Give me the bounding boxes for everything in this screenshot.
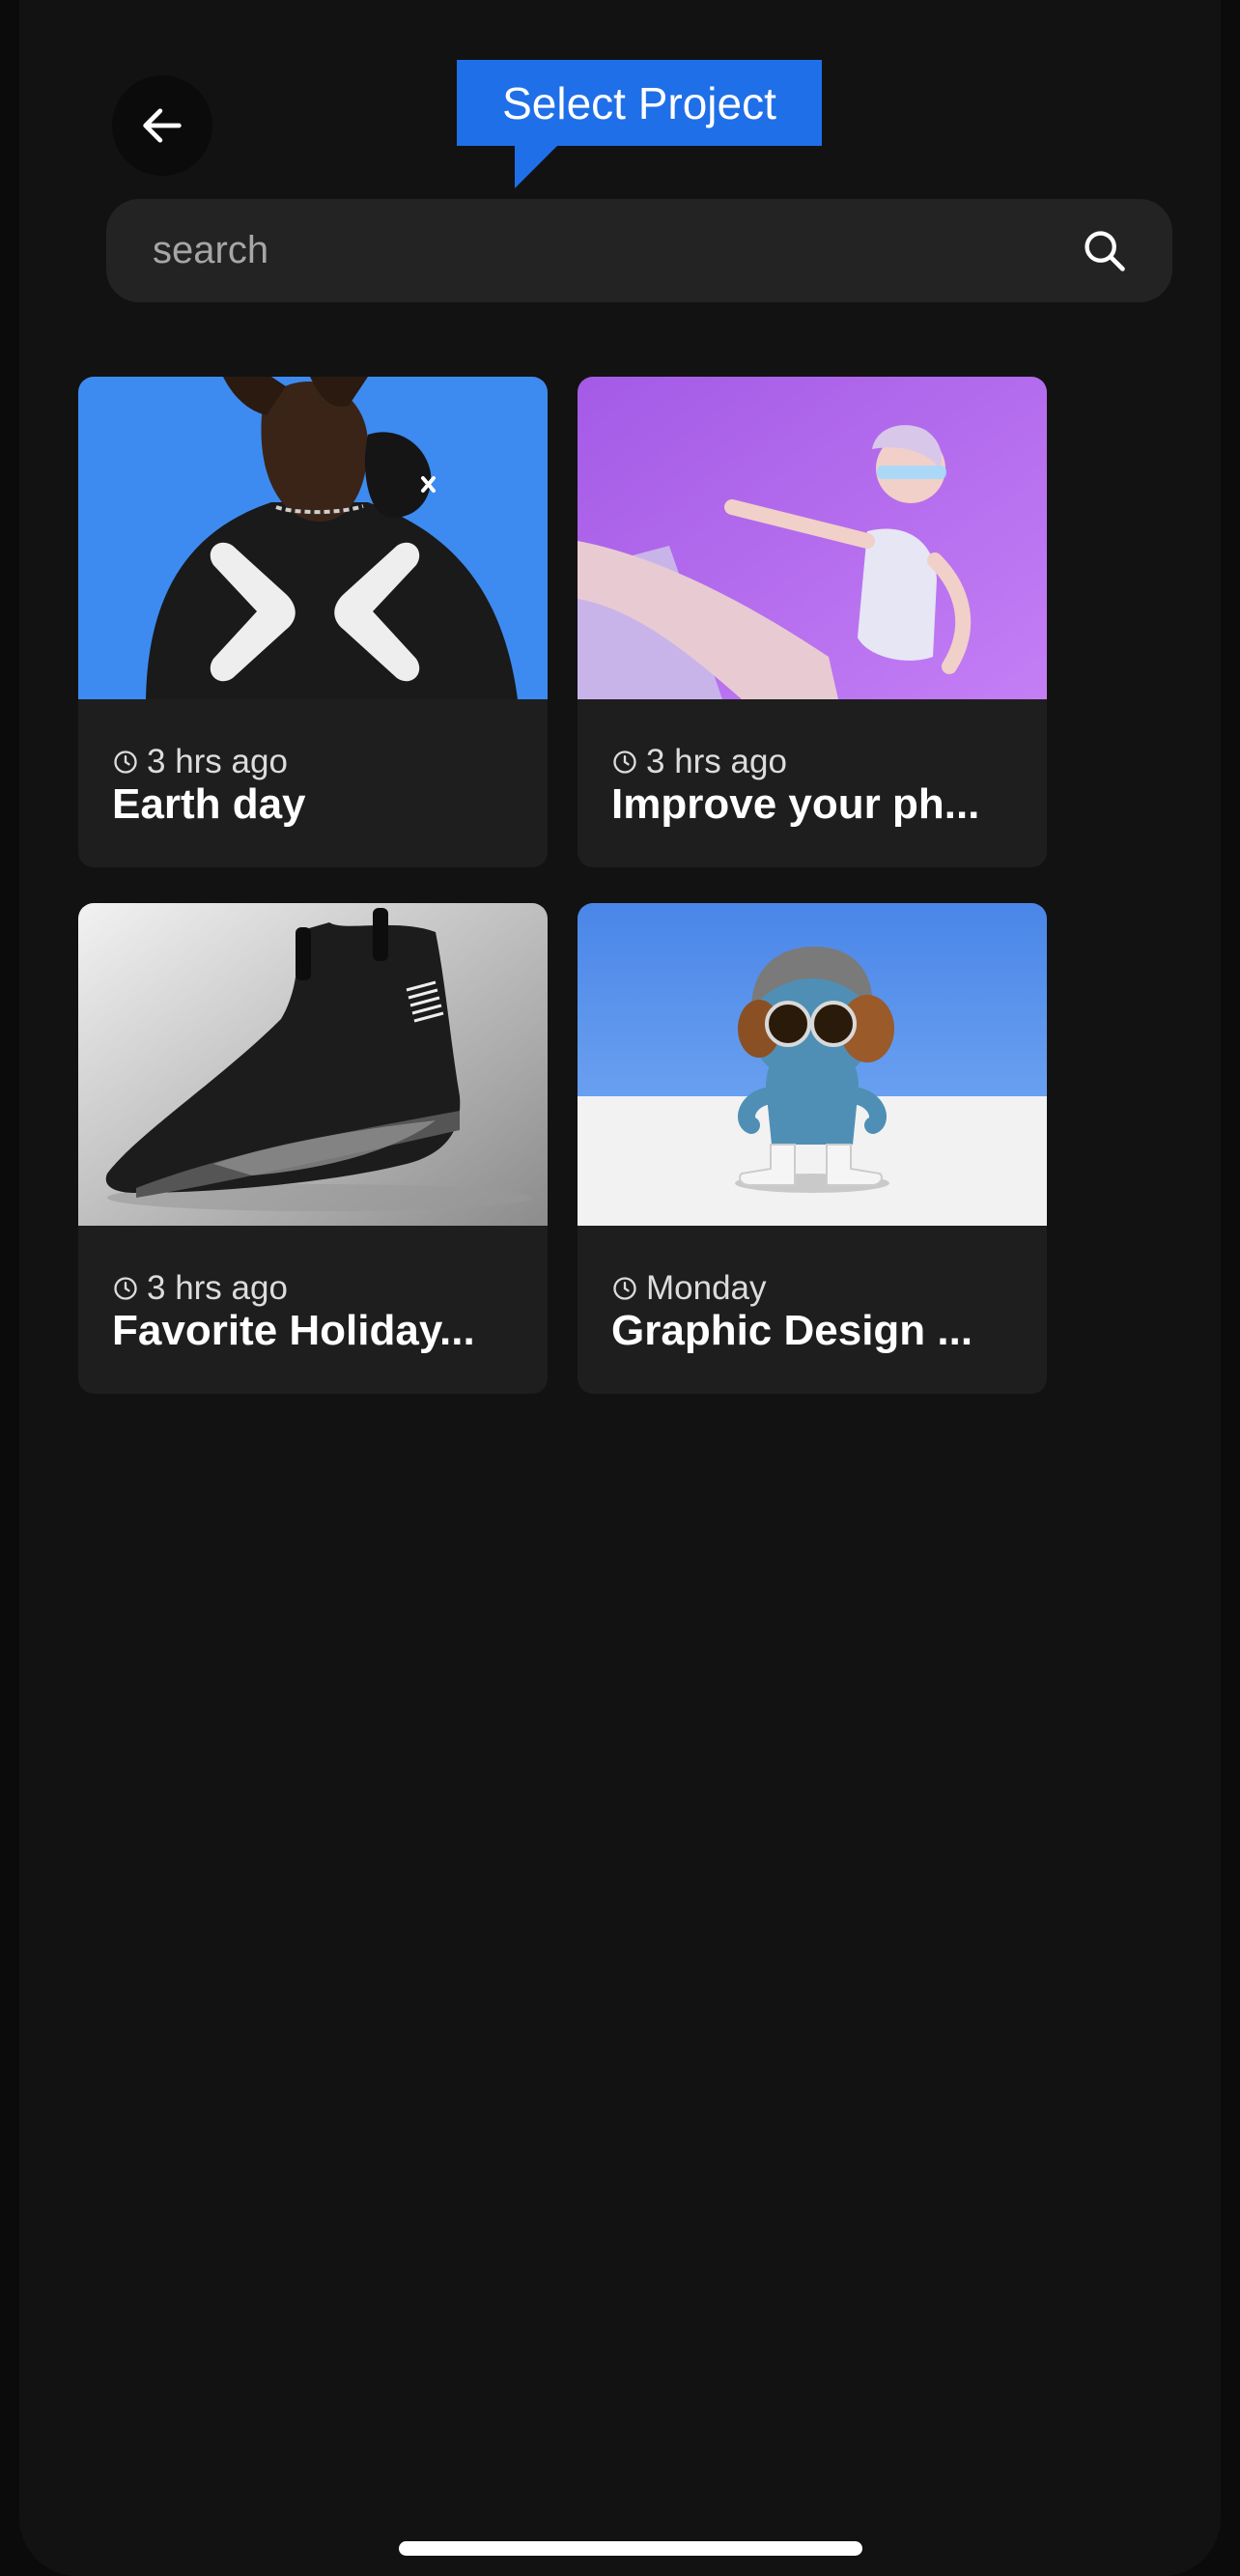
home-indicator[interactable]: [399, 2541, 862, 2556]
project-card[interactable]: Monday Graphic Design ...: [578, 903, 1047, 1394]
search-bar[interactable]: [106, 199, 1172, 302]
project-card[interactable]: 3 hrs ago Earth day: [78, 377, 548, 867]
project-thumbnail: [78, 377, 548, 699]
app-screen: Select Project search 3 hrs ago Earth da…: [19, 0, 1221, 2576]
back-button[interactable]: [112, 75, 212, 176]
clock-icon: [613, 1277, 636, 1300]
search-input[interactable]: [151, 228, 1080, 273]
project-timestamp: 3 hrs ago: [611, 743, 787, 781]
project-thumbnail: [578, 903, 1047, 1226]
arrow-left-icon: [143, 108, 182, 143]
search-icon[interactable]: [1080, 226, 1130, 276]
project-timestamp: 3 hrs ago: [112, 743, 288, 781]
project-title: Graphic Design ...: [611, 1307, 973, 1354]
project-time-label: 3 hrs ago: [147, 1269, 288, 1307]
project-thumbnail: [578, 377, 1047, 699]
project-card[interactable]: 3 hrs ago Improve your ph...: [578, 377, 1047, 867]
project-card[interactable]: 3 hrs ago Favorite Holiday...: [78, 903, 548, 1394]
project-title: Improve your ph...: [611, 780, 980, 828]
project-thumbnail: [78, 903, 548, 1226]
project-time-label: 3 hrs ago: [646, 743, 787, 780]
select-project-tooltip: Select Project: [457, 60, 822, 146]
clock-icon: [613, 750, 636, 774]
project-timestamp: 3 hrs ago: [112, 1269, 288, 1308]
tooltip-pointer: [515, 145, 558, 188]
project-time-label: Monday: [646, 1269, 767, 1307]
project-time-label: 3 hrs ago: [147, 743, 288, 780]
project-title: Earth day: [112, 780, 306, 828]
project-title: Favorite Holiday...: [112, 1307, 475, 1354]
project-timestamp: Monday: [611, 1269, 767, 1308]
clock-icon: [114, 1277, 137, 1300]
clock-icon: [114, 750, 137, 774]
